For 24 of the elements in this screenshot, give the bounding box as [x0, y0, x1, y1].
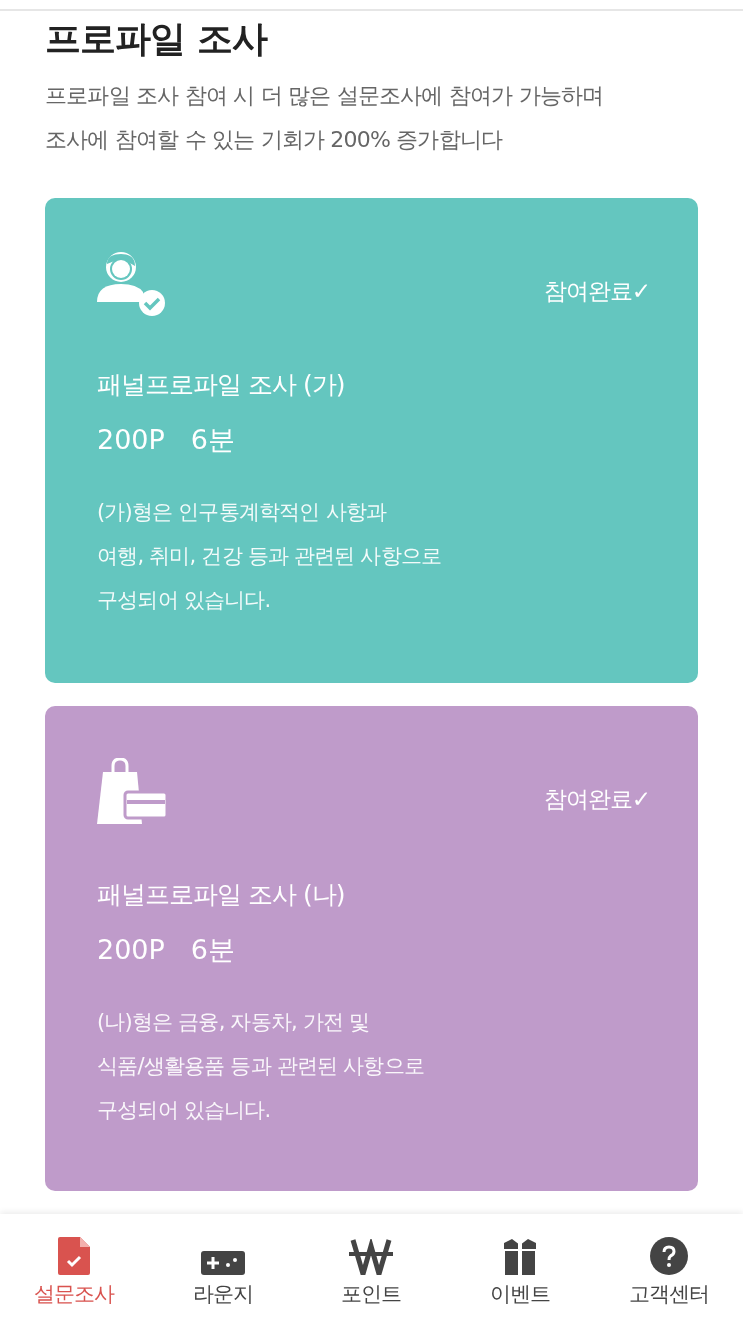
- reward-points: 200P: [97, 932, 165, 967]
- nav-tab[interactable]: 설문조사: [0, 1236, 149, 1342]
- nav-tab[interactable]: 라운지: [148, 1236, 298, 1342]
- page-description: 프로파일 조사 참여 시 더 많은 설문조사에 참여가 가능하며 조사에 참여할 수 있는 기회가 200% 증가합니다: [45, 82, 605, 155]
- help-icon: [649, 1237, 688, 1275]
- nav-tab[interactable]: 고객센터: [594, 1236, 743, 1342]
- nav-tab[interactable]: 포인트: [297, 1236, 446, 1342]
- duration: 6분: [190, 422, 235, 457]
- survey-title: 패널프로파일 조사 (가): [97, 369, 346, 402]
- document-check-icon: [58, 1237, 91, 1275]
- duration: 6분: [190, 932, 235, 967]
- completion-status: 참여완료✓: [543, 277, 650, 307]
- reward-points: 200P: [97, 422, 165, 457]
- won-sign-icon: [349, 1239, 394, 1275]
- nav-tab[interactable]: 이벤트: [445, 1236, 595, 1342]
- gamepad-icon: [200, 1251, 245, 1275]
- gift-icon: [502, 1239, 539, 1275]
- completion-status: 참여완료✓: [543, 785, 650, 815]
- person-check-icon: [97, 250, 167, 317]
- survey-description: (가)형은 인구통계학적인 사항과 여행, 취미, 건강 등과 관련된 사항으로 구성되어 있습니다.: [97, 499, 443, 615]
- shopping-bag-card-icon: [97, 758, 167, 827]
- survey-description: (나)형은 금융, 자동차, 가전 및 식품/생활용품 등과 관련된 사항으로 구성되어 있습니다.: [97, 1009, 425, 1125]
- survey-title: 패널프로파일 조사 (나): [97, 879, 346, 912]
- page-title: 프로파일 조사: [45, 17, 269, 61]
